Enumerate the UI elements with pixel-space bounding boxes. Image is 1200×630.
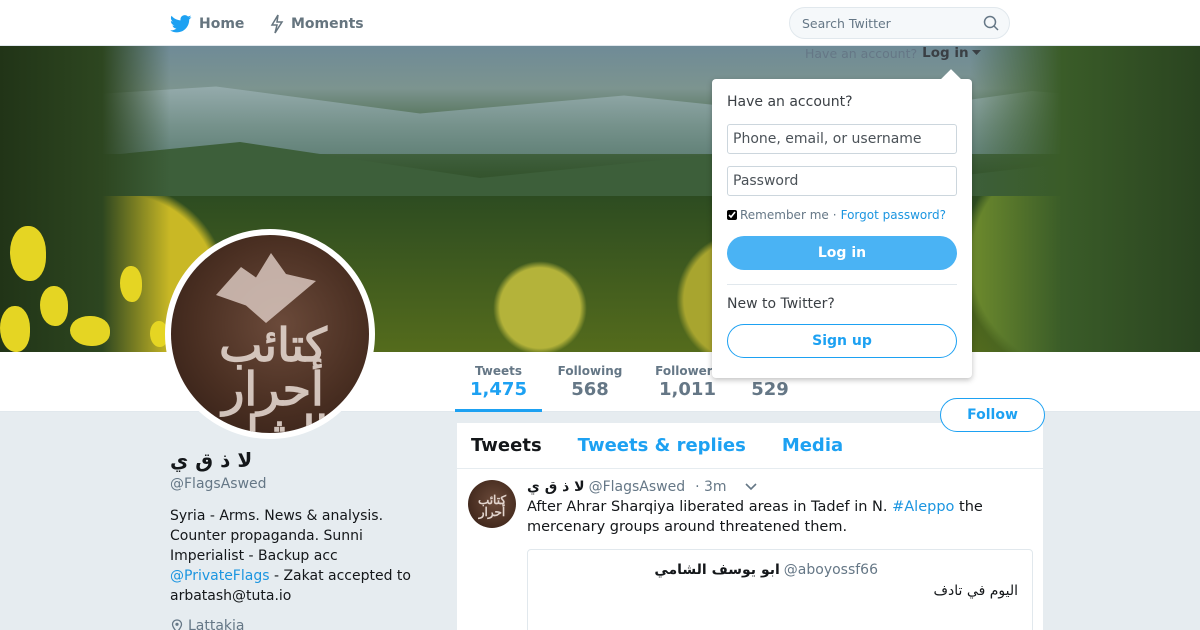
- tweet-item[interactable]: كتائب أحرار لا ذ ق ي @FlagsAswed · 3m Af…: [457, 470, 1043, 630]
- remember-separator: ·: [832, 208, 837, 222]
- divider: [727, 284, 957, 285]
- stat-tweets-value: 1,475: [470, 379, 527, 400]
- follow-button[interactable]: Follow: [940, 398, 1045, 432]
- nav-moments[interactable]: Moments: [270, 12, 364, 36]
- tab-tweets[interactable]: Tweets: [471, 435, 542, 456]
- new-to-twitter-label: New to Twitter?: [727, 296, 835, 312]
- remember-me-checkbox[interactable]: [727, 210, 737, 220]
- have-account-prompt: Have an account?: [805, 45, 918, 61]
- quote-text: اليوم في تادف: [933, 583, 1018, 599]
- avatar-image: كتائب أحرار الشام: [171, 235, 369, 433]
- signup-button[interactable]: Sign up: [727, 324, 957, 358]
- tweet-avatar-text: كتائب أحرار: [477, 493, 507, 519]
- stat-likes[interactable]: 529: [740, 378, 800, 400]
- search-input[interactable]: [802, 14, 972, 32]
- tweet-header: لا ذ ق ي @FlagsAswed · 3m: [527, 479, 757, 495]
- nav-home[interactable]: Home: [170, 12, 244, 36]
- bio-text: Syria - Arms. News & analysis. Counter p…: [170, 508, 384, 564]
- chevron-down-icon[interactable]: [745, 483, 757, 491]
- quoted-tweet[interactable]: ابو يوسف الشامي @aboyossf66 اليوم في تاد…: [527, 549, 1033, 630]
- login-trigger-label[interactable]: Log in: [922, 45, 968, 61]
- tab-media[interactable]: Media: [782, 435, 843, 456]
- tweet-author-handle[interactable]: @FlagsAswed: [589, 479, 686, 495]
- profile-bio: Syria - Arms. News & analysis. Counter p…: [170, 506, 430, 606]
- quote-header: ابو يوسف الشامي @aboyossf66: [654, 562, 878, 578]
- profile-location: Lattakia: [170, 618, 430, 630]
- twitter-bird-icon: [170, 15, 192, 33]
- search-icon[interactable]: [983, 15, 999, 31]
- bio-link-privateflags[interactable]: @PrivateFlags: [170, 568, 270, 584]
- quote-author-handle: @aboyossf66: [783, 562, 878, 578]
- nav-moments-label: Moments: [291, 16, 364, 32]
- profile-name[interactable]: لا ذ ق ي: [170, 446, 430, 474]
- login-panel-title: Have an account?: [727, 94, 853, 110]
- stat-tweets-label: Tweets: [474, 364, 523, 378]
- quote-author-name: ابو يوسف الشامي: [654, 562, 780, 578]
- tab-tweets-replies[interactable]: Tweets & replies: [578, 435, 746, 456]
- tweet-avatar[interactable]: كتائب أحرار: [468, 480, 516, 528]
- profile-handle[interactable]: @FlagsAswed: [170, 476, 430, 492]
- profile-card: لا ذ ق ي @FlagsAswed Syria - Arms. News …: [170, 446, 430, 630]
- remember-row: Remember me · Forgot password?: [727, 208, 946, 222]
- timeline: Tweets Tweets & replies Media كتائب أحرا…: [456, 422, 1044, 630]
- stat-followers-value: 1,011: [659, 379, 716, 400]
- hashtag-aleppo[interactable]: #Aleppo: [892, 499, 954, 515]
- stat-tweets[interactable]: Tweets 1,475: [455, 364, 542, 412]
- search-box[interactable]: [789, 7, 1010, 39]
- lightning-icon: [270, 14, 284, 34]
- avatar-calligraphy: كتائب أحرار الشام: [217, 318, 329, 433]
- username-field[interactable]: [727, 124, 957, 154]
- password-field[interactable]: [727, 166, 957, 196]
- top-nav-bar: Home Moments: [0, 0, 1200, 46]
- eagle-logo-icon: [216, 253, 316, 323]
- stat-following-value: 568: [571, 379, 609, 400]
- profile-avatar[interactable]: كتائب أحرار الشام: [165, 229, 375, 439]
- tweet-timestamp[interactable]: · 3m: [695, 479, 726, 495]
- tweet-author-name[interactable]: لا ذ ق ي: [527, 479, 585, 495]
- location-text: Lattakia: [188, 618, 245, 630]
- stat-likes-value: 529: [751, 379, 789, 400]
- stat-following-label: Following: [557, 364, 623, 378]
- stat-following[interactable]: Following 568: [550, 364, 630, 400]
- login-button[interactable]: Log in: [727, 236, 957, 270]
- nav-home-label: Home: [199, 16, 245, 32]
- location-pin-icon: [171, 619, 183, 630]
- login-dropdown: Have an account? Remember me · Forgot pa…: [712, 79, 972, 378]
- remember-me-label[interactable]: Remember me: [740, 208, 829, 222]
- login-trigger[interactable]: Have an account? Log in: [805, 45, 981, 61]
- caret-down-icon[interactable]: [971, 50, 981, 56]
- tweet-text-before: After Ahrar Sharqiya liberated areas in …: [527, 499, 888, 515]
- forgot-password-link[interactable]: Forgot password?: [841, 208, 946, 222]
- tweet-text: After Ahrar Sharqiya liberated areas in …: [527, 497, 997, 537]
